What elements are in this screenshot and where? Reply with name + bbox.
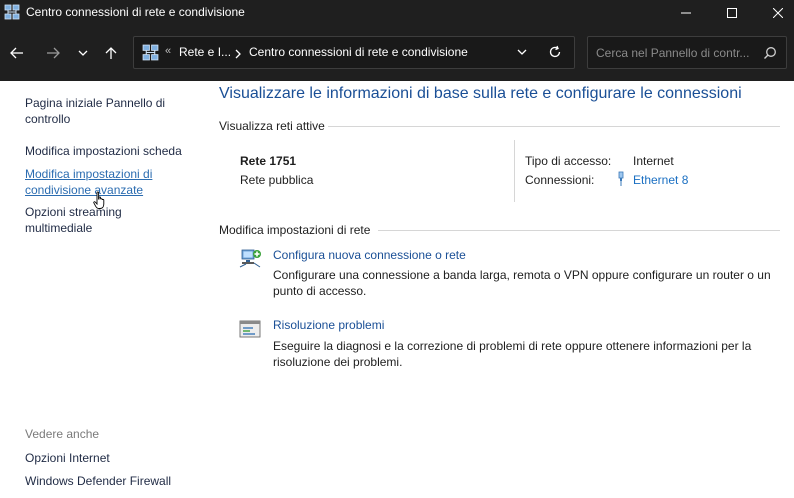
arrow-left-icon [10,47,23,59]
close-button[interactable] [755,0,794,25]
troubleshoot-icon [239,320,261,338]
network-center-icon [4,4,20,20]
network-category: Rete pubblica [240,173,314,187]
setup-new-connection-link[interactable]: Configura nuova connessione o rete [273,248,466,262]
refresh-icon[interactable] [548,45,562,59]
sidebar-item-change-adapter-settings[interactable]: Modifica impostazioni scheda [25,143,200,159]
search-box[interactable] [587,36,787,69]
breadcrumb-network[interactable]: Rete e I... [179,45,231,59]
maximize-button[interactable] [709,0,755,25]
connections-label: Connessioni: [525,173,595,187]
chevron-right-icon[interactable] [234,49,242,59]
setup-new-connection-description: Configurare una connessione a banda larg… [273,268,771,298]
network-center-icon [142,44,159,61]
active-networks-heading: Visualizza reti attive [219,119,325,133]
maximize-icon [727,7,737,18]
title-bar: Centro connessioni di rete e condivision… [0,0,794,25]
sidebar-item-internet-options[interactable]: Opzioni Internet [25,450,200,466]
arrow-right-icon [47,47,60,59]
troubleshoot-problems-link[interactable]: Risoluzione problemi [273,318,384,332]
access-type-value: Internet [633,154,674,168]
see-also-heading: Vedere anche [25,427,100,441]
section-divider [378,230,780,231]
ethernet-cable-icon [618,171,624,186]
chevron-down-icon [78,50,88,56]
minimize-button[interactable] [663,0,709,25]
back-button[interactable] [6,42,28,64]
chevron-down-icon[interactable] [516,46,528,58]
sidebar-item-control-panel-home[interactable]: Pagina iniziale Pannello di controllo [25,95,200,127]
close-icon [773,7,783,18]
sidebar-item-windows-defender-firewall[interactable]: Windows Defender Firewall [25,473,200,489]
search-input[interactable] [588,37,758,68]
address-bar[interactable]: « Rete e I... Centro connessioni di rete… [133,36,575,69]
up-button[interactable] [100,42,122,64]
page-title: Visualizzare le informazioni di base sul… [219,85,742,102]
minimize-icon [681,12,691,13]
ethernet-connection-link[interactable]: Ethernet 8 [633,173,688,187]
new-connection-icon [239,249,261,268]
troubleshoot-problems-description: Eseguire la diagnosi e la correzione di … [273,339,752,369]
network-divider [514,140,515,202]
sidebar-item-media-streaming-options[interactable]: Opzioni streaming multimediale [25,204,137,236]
arrow-up-icon [105,47,117,59]
left-pane: Pagina iniziale Pannello di controllo Mo… [0,81,206,498]
recent-locations-button[interactable] [72,42,94,64]
network-name: Rete 1751 [240,154,297,168]
access-type-label: Tipo di accesso: [525,154,612,168]
navigation-bar: « Rete e I... Centro connessioni di rete… [0,25,794,81]
window-title: Centro connessioni di rete e condivision… [26,5,245,19]
section-divider [328,126,780,127]
change-settings-heading: Modifica impostazioni di rete [219,223,371,237]
forward-button[interactable] [42,42,64,64]
search-icon[interactable] [763,46,777,60]
breadcrumb-network-center[interactable]: Centro connessioni di rete e condivision… [249,45,468,59]
breadcrumb-overflow-button[interactable]: « [165,45,171,57]
hand-cursor-icon [93,191,105,209]
